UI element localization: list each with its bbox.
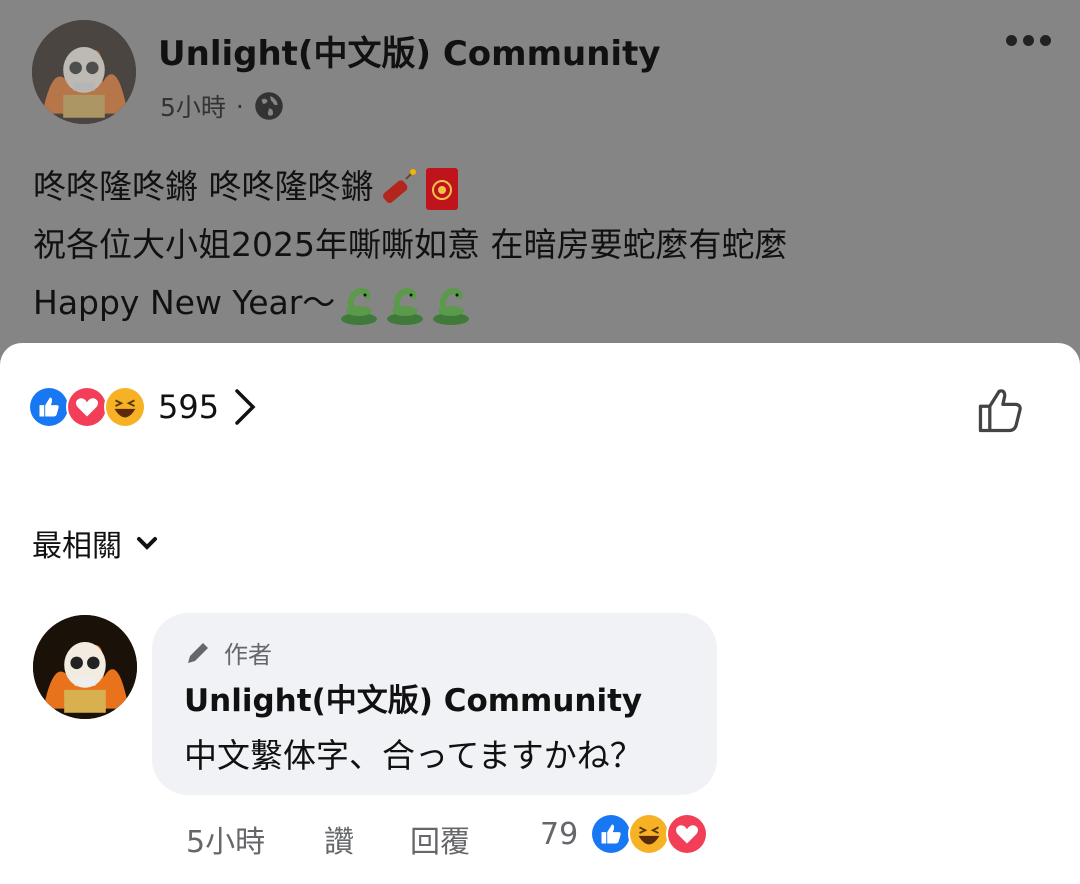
comment-text: 中文繫体字、合ってますかね？: [184, 736, 643, 775]
like-post-button[interactable]: [968, 377, 1034, 443]
globe-icon: [255, 92, 283, 120]
comment-time: 5小時: [186, 825, 266, 860]
meta-separator: ·: [235, 91, 244, 121]
post-body: 咚咚隆咚鏘 咚咚隆咚鏘 祝各位大小姐2025年嘶嘶如意 在暗房要蛇麼有蛇麼 Ha…: [33, 158, 1033, 332]
skull-avatar-image: [32, 20, 136, 124]
snake-emoji: [433, 287, 470, 325]
comment-reply-button[interactable]: 回覆: [410, 817, 470, 861]
commenter-avatar[interactable]: [33, 615, 137, 719]
post-line-3-text: Happy New Year～: [33, 283, 336, 322]
author-badge-label: 作者: [224, 641, 272, 669]
red-envelope-emoji: [425, 167, 458, 210]
love-reaction-icon: [66, 386, 108, 428]
post-meta: 5小時 ·: [160, 88, 284, 124]
post-line-3: Happy New Year～: [33, 274, 1033, 332]
sort-label: 最相關: [32, 529, 122, 564]
skull-avatar-image: [33, 615, 137, 719]
thumbs-up-outline-icon: [978, 389, 1022, 433]
comments-sheet: 595 最相關 作者 Unlight(中文版) Community 中文繫体字、…: [0, 343, 1080, 884]
post-header: Unlight(中文版) Community 5小時 ·: [0, 0, 1080, 140]
comment-bubble[interactable]: 作者 Unlight(中文版) Community 中文繫体字、合ってますかね？: [152, 613, 717, 795]
haha-reaction-icon: [628, 813, 671, 855]
post-line-2: 祝各位大小姐2025年嘶嘶如意 在暗房要蛇麼有蛇麼: [33, 225, 788, 264]
haha-reaction-icon: [104, 386, 146, 428]
post-line-1: 咚咚隆咚鏘 咚咚隆咚鏘: [33, 158, 1033, 216]
author-badge: 作者: [184, 635, 272, 670]
comment-reactions[interactable]: 79: [540, 813, 709, 855]
chevron-down-icon: [137, 537, 157, 550]
snake-emoji: [387, 287, 424, 325]
like-reaction-icon: [590, 813, 633, 855]
comment-like-button[interactable]: 讚: [324, 817, 354, 861]
more-dot: [1022, 34, 1034, 46]
love-reaction-icon: [666, 813, 709, 855]
comment-reaction-count: 79: [540, 816, 579, 852]
more-dots-icon: [1005, 34, 1017, 46]
comment-sort-dropdown[interactable]: 最相關: [32, 521, 158, 565]
pen-icon: [188, 642, 208, 663]
comment-author[interactable]: Unlight(中文版) Community: [184, 675, 642, 720]
post-line-1-text: 咚咚隆咚鏘 咚咚隆咚鏘: [33, 167, 374, 206]
firecracker-emoji: [382, 168, 416, 203]
more-options-button[interactable]: [996, 18, 1060, 62]
post-time[interactable]: 5小時: [160, 88, 226, 124]
page-name[interactable]: Unlight(中文版) Community: [158, 26, 660, 75]
page-avatar[interactable]: [32, 20, 136, 124]
like-reaction-icon: [28, 386, 70, 428]
more-dot: [1039, 34, 1051, 46]
chevron-right-icon[interactable]: [233, 387, 257, 427]
reactions-summary[interactable]: 595: [28, 383, 257, 431]
snake-emoji: [341, 287, 378, 325]
reaction-count: 595: [158, 388, 220, 426]
